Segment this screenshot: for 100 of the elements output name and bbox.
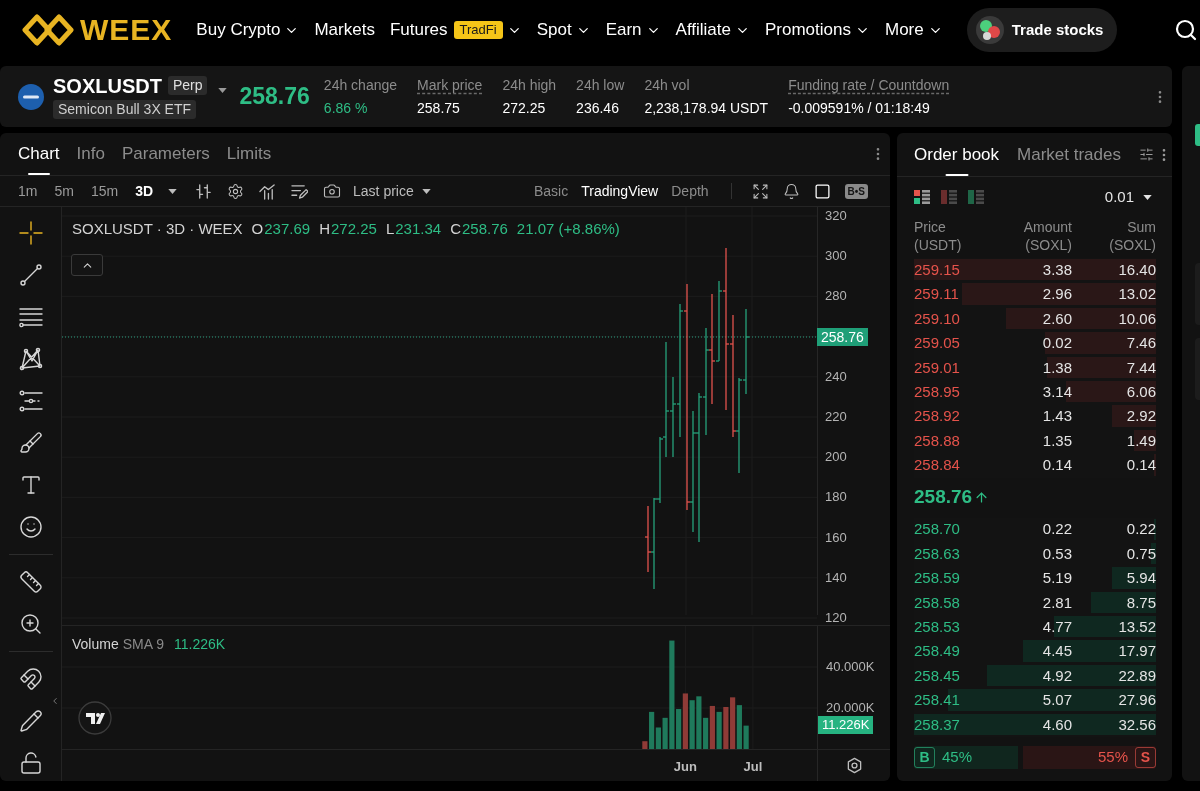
view-tab[interactable]: TradingView <box>581 180 659 202</box>
nav-menu-item[interactable]: Spot <box>536 17 591 43</box>
bar <box>709 705 715 749</box>
order-amount: 0.14 <box>1041 455 1072 476</box>
order-amount: 0.53 <box>1041 543 1072 564</box>
tab[interactable]: Market trades <box>1017 133 1121 176</box>
buy-marker: B <box>914 747 935 769</box>
logo-icon <box>22 13 74 47</box>
order-row[interactable]: 259.11 2.96 13.02 <box>914 282 1156 307</box>
price-axis-label: 200 <box>825 449 847 466</box>
order-row[interactable]: 258.45 4.92 22.89 <box>914 663 1156 689</box>
dotted-lines-icon[interactable] <box>18 389 43 413</box>
tab[interactable]: Parameters <box>121 133 210 175</box>
view-tab[interactable]: Depth <box>671 180 709 202</box>
interval-button[interactable]: 15m <box>90 180 119 202</box>
tab[interactable]: Info <box>76 133 105 175</box>
bars-icon[interactable] <box>195 182 213 200</box>
interval-button[interactable]: 5m <box>54 180 74 202</box>
order-row[interactable]: 258.53 4.77 13.52 <box>914 615 1156 640</box>
order-row[interactable]: 259.10 2.60 10.06 <box>914 306 1156 332</box>
order-amount: 3.38 <box>1041 259 1072 280</box>
order-row[interactable]: 259.01 1.38 7.44 <box>914 355 1156 380</box>
magnet-icon[interactable] <box>18 667 43 691</box>
order-sum: 10.06 <box>1117 308 1156 329</box>
indicators-icon[interactable] <box>259 182 277 200</box>
order-row[interactable]: 258.84 0.14 0.14 <box>914 453 1156 478</box>
order-price: 258.53 <box>914 617 961 637</box>
bell-icon[interactable] <box>782 182 800 200</box>
order-amount: 0.02 <box>1041 333 1072 354</box>
instrument-name-badge: Semicon Bull 3X ETF <box>53 99 197 119</box>
tab[interactable]: Chart <box>18 133 60 175</box>
last-price-label: 258.76 <box>817 327 868 346</box>
legend-value: 272.25 <box>331 219 377 239</box>
order-sum: 7.46 <box>1125 333 1156 354</box>
smiley-icon[interactable] <box>18 515 43 539</box>
nav-menu-item[interactable]: Buy Crypto <box>196 17 300 43</box>
order-row[interactable]: 259.05 0.02 7.46 <box>914 331 1156 356</box>
ruler-icon[interactable] <box>18 570 43 594</box>
order-row[interactable]: 258.70 0.22 0.22 <box>914 517 1156 542</box>
view-tab[interactable]: Basic <box>533 180 569 202</box>
trend-line-icon[interactable] <box>18 263 43 287</box>
price-axis-label: 180 <box>825 489 847 506</box>
settings-icon[interactable] <box>227 182 245 200</box>
order-row[interactable]: 259.15 3.38 16.40 <box>914 258 1156 283</box>
search-icon[interactable] <box>1174 18 1198 42</box>
price-source-dropdown[interactable]: Last price <box>353 180 431 202</box>
crosshair-icon[interactable] <box>18 221 43 245</box>
nav-menu-item[interactable]: Promotions <box>765 17 870 43</box>
brush-icon[interactable] <box>18 431 43 455</box>
pencil-icon[interactable] <box>18 709 43 733</box>
volume-axis-label: 20.000K <box>826 700 875 716</box>
trade-stocks-button[interactable]: Trade stocks <box>966 8 1118 52</box>
price-axis-label: 320 <box>825 208 847 224</box>
indicator-name: SMA 9 <box>122 635 164 654</box>
tab[interactable]: Order book <box>914 133 1000 176</box>
legend-value: 237.69 <box>264 219 311 239</box>
order-row[interactable]: 258.49 4.45 17.97 <box>914 639 1156 664</box>
order-row[interactable]: 258.58 2.81 8.75 <box>914 590 1156 616</box>
nav-menu-item[interactable]: More <box>885 17 943 43</box>
order-row[interactable]: 258.92 1.43 2.92 <box>914 404 1156 429</box>
square-icon[interactable] <box>813 182 831 200</box>
zoom-in-icon[interactable] <box>18 612 43 636</box>
order-price: 259.11 <box>914 284 960 305</box>
open-lock-icon[interactable] <box>18 751 43 775</box>
column-header: Price (USDT) <box>914 218 963 254</box>
tab[interactable]: Limits <box>226 133 272 175</box>
buy-sell-marks-toggle[interactable]: B•S <box>844 183 868 199</box>
legend-value: 258.76 <box>461 219 508 239</box>
order-row[interactable]: 258.59 5.19 5.94 <box>914 566 1156 591</box>
mid-price: 258.76 <box>914 485 973 510</box>
interval-button[interactable]: 1m <box>18 180 38 202</box>
nav-menu-item[interactable]: Affiliate <box>675 17 750 43</box>
chevron-left-icon[interactable] <box>50 695 60 707</box>
fullscreen-icon[interactable] <box>751 182 769 200</box>
order-price: 258.59 <box>914 568 961 589</box>
price-axis-label: 120 <box>825 610 847 626</box>
horizontal-lines-icon[interactable] <box>18 305 43 329</box>
order-row[interactable]: 258.63 0.53 0.75 <box>914 541 1156 567</box>
pattern-icon[interactable] <box>18 347 43 371</box>
nav-menu-item[interactable]: Futures TradFi <box>389 17 522 43</box>
order-amount: 0.22 <box>1041 519 1072 540</box>
stat-label: Funding rate / Countdown <box>788 75 950 95</box>
order-row[interactable]: 258.88 1.35 1.49 <box>914 428 1156 454</box>
order-row[interactable]: 258.95 3.14 6.06 <box>914 379 1156 405</box>
filter-icon[interactable] <box>1139 147 1154 162</box>
precision-dropdown[interactable]: 0.01 <box>1104 185 1156 209</box>
order-book-layout-icon[interactable] <box>914 190 930 204</box>
order-sum: 22.89 <box>1117 665 1156 686</box>
legend-key: O <box>251 218 264 241</box>
price-axis-label: 220 <box>825 409 847 425</box>
camera-icon[interactable] <box>323 182 342 200</box>
order-row[interactable]: 258.41 5.07 27.96 <box>914 688 1156 713</box>
order-amount: 2.81 <box>1041 592 1072 613</box>
interval-button[interactable]: 3D <box>135 180 154 202</box>
nav-menu-item[interactable]: Earn <box>605 17 661 43</box>
order-row[interactable]: 258.37 4.60 32.56 <box>914 712 1156 738</box>
legend-value: 231.34 <box>395 219 442 239</box>
settings-icon[interactable] <box>845 757 863 774</box>
nav-menu-item[interactable]: Markets <box>314 17 375 43</box>
edit-list-icon[interactable] <box>291 182 309 200</box>
